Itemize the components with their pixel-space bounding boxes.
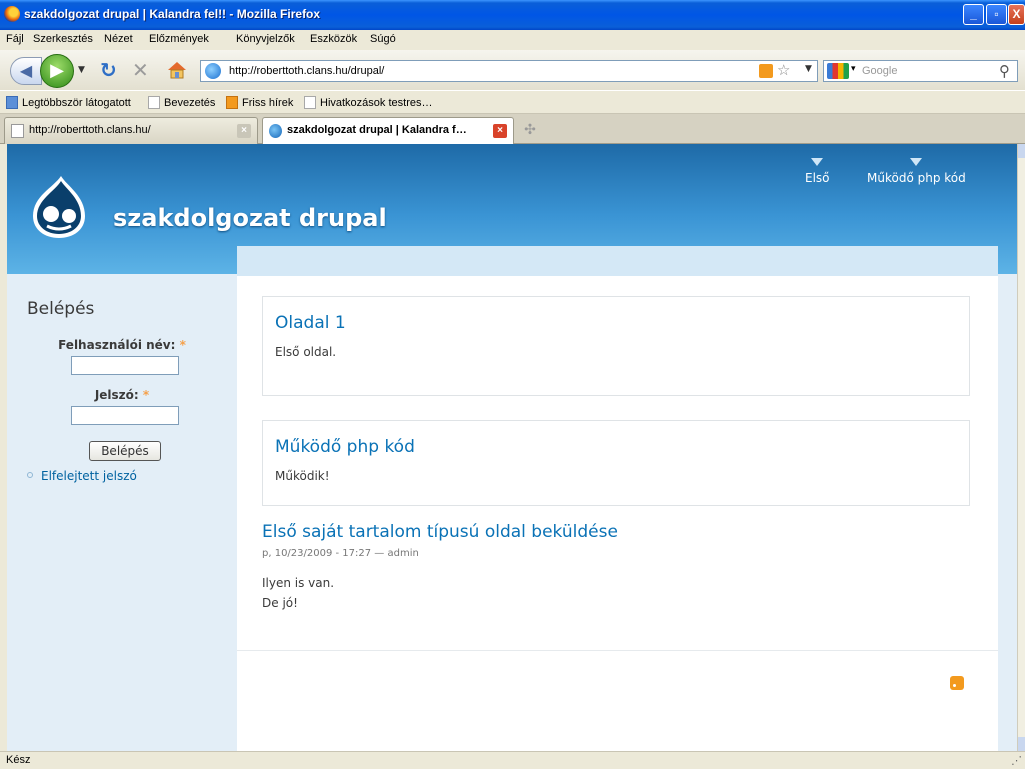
search-icon[interactable]: ⚲ — [999, 62, 1010, 80]
back-button[interactable]: ◀ — [10, 57, 42, 85]
site-favicon-icon — [205, 63, 221, 79]
forward-button[interactable]: ▶ — [40, 54, 74, 88]
address-bar[interactable]: http://roberttoth.clans.hu/drupal/ ☆ ▼ — [200, 60, 818, 82]
password-input[interactable] — [71, 406, 179, 425]
bullet-icon — [27, 472, 33, 478]
drupal-logo-icon[interactable] — [27, 174, 91, 240]
maximize-button[interactable]: ▫ — [986, 4, 1007, 25]
site-name[interactable]: szakdolgozat drupal — [113, 204, 387, 232]
rss-feed-icon[interactable] — [759, 64, 773, 78]
new-tab-icon[interactable]: ✣ — [518, 118, 542, 144]
page-icon — [148, 96, 160, 109]
page-viewport: szakdolgozat drupal Első Működő php kód … — [7, 144, 1017, 751]
password-label: Jelszó: * — [94, 388, 150, 402]
login-button[interactable]: Belépés — [89, 441, 161, 461]
forgot-password-link[interactable]: Elfelejtett jelszó — [27, 469, 137, 483]
node-body: Működik! — [275, 469, 330, 483]
page-icon — [11, 124, 24, 138]
firefox-icon — [4, 6, 20, 22]
navigation-toolbar: ◀ ▶ ▼ ↻ ✕ http://roberttoth.clans.hu/dru… — [0, 50, 1025, 90]
search-placeholder[interactable]: Google — [862, 65, 897, 77]
required-mark: * — [142, 388, 150, 402]
rss-feed-icon[interactable] — [950, 676, 964, 690]
window-title: szakdolgozat drupal | Kalandra fel!! - M… — [24, 7, 321, 21]
history-dropdown-icon[interactable]: ▼ — [78, 65, 85, 75]
status-text: Kész — [6, 754, 31, 766]
primary-nav-first[interactable]: Első — [805, 158, 830, 185]
reload-icon[interactable]: ↻ — [100, 60, 117, 80]
nav-indicator-icon — [811, 158, 824, 166]
node-body: Első oldal. — [275, 345, 337, 359]
menu-bar: Fájl Szerkesztés Nézet Előzmények Könyvj… — [0, 30, 1025, 50]
url-dropdown-icon[interactable]: ▼ — [805, 64, 812, 74]
bookmark-customize[interactable]: Hivatkozások testres… — [304, 96, 432, 109]
resize-grip-icon[interactable]: ⋰ — [1011, 754, 1023, 767]
primary-nav-php[interactable]: Működő php kód — [867, 158, 966, 185]
username-input[interactable] — [71, 356, 179, 375]
menu-tools[interactable]: Eszközök — [310, 33, 357, 45]
node-submitted: p, 10/23/2009 - 17:27 — admin — [262, 548, 419, 559]
menu-history[interactable]: Előzmények — [149, 33, 209, 45]
page-icon — [304, 96, 316, 109]
menu-edit[interactable]: Szerkesztés — [33, 33, 93, 45]
main-content: Oladal 1 Első oldal. Működő php kód Műkö… — [237, 246, 998, 751]
google-engine-icon[interactable] — [827, 63, 849, 79]
menu-file[interactable]: Fájl — [6, 33, 24, 45]
bookmark-star-icon[interactable]: ☆ — [777, 61, 790, 79]
scroll-down-icon[interactable] — [1018, 737, 1025, 751]
nav-indicator-icon — [910, 158, 923, 166]
required-mark: * — [179, 338, 186, 352]
vertical-scrollbar[interactable] — [1017, 144, 1025, 751]
bookmark-most-visited[interactable]: Legtöbbször látogatott — [6, 96, 131, 109]
close-button[interactable]: X — [1008, 4, 1025, 25]
node-page-1: Oladal 1 Első oldal. — [262, 296, 970, 396]
menu-view[interactable]: Nézet — [104, 33, 133, 45]
node-title[interactable]: Működő php kód — [275, 437, 415, 457]
status-bar: Kész ⋰ — [0, 751, 1025, 769]
title-bar: szakdolgozat drupal | Kalandra fel!! - M… — [0, 0, 1025, 30]
divider — [237, 650, 998, 651]
node-title[interactable]: Első saját tartalom típusú oldal beküldé… — [262, 522, 618, 542]
node-php: Működő php kód Működik! — [262, 420, 970, 506]
bookmark-news[interactable]: Friss hírek — [226, 96, 293, 109]
most-visited-icon — [6, 96, 18, 109]
browser-window: szakdolgozat drupal | Kalandra fel!! - M… — [0, 0, 1025, 769]
tab-roberttoth[interactable]: http://roberttoth.clans.hu/ × — [4, 117, 258, 144]
tab-close-icon[interactable]: × — [493, 124, 507, 138]
node-title[interactable]: Oladal 1 — [275, 313, 346, 333]
menu-bookmarks[interactable]: Könyvjelzők — [236, 33, 295, 45]
url-text[interactable]: http://roberttoth.clans.hu/drupal/ — [229, 65, 384, 77]
stop-icon[interactable]: ✕ — [132, 60, 149, 80]
tab-szakdolgozat[interactable]: szakdolgozat drupal | Kalandra f… × — [262, 117, 514, 145]
tab-strip: http://roberttoth.clans.hu/ × szakdolgoz… — [0, 114, 1025, 145]
engine-dropdown-icon[interactable]: ▾ — [851, 64, 856, 74]
search-box[interactable]: ▾ Google ⚲ — [823, 60, 1018, 82]
feed-icon — [226, 96, 238, 109]
sidebar: Belépés Felhasználói név: * Jelszó: * Be… — [7, 274, 237, 751]
bookmarks-toolbar: Legtöbbször látogatott Bevezetés Friss h… — [0, 90, 1025, 114]
site-favicon-icon — [269, 124, 282, 138]
login-block-title: Belépés — [27, 299, 95, 319]
scroll-up-icon[interactable] — [1018, 144, 1025, 158]
tab-close-icon[interactable]: × — [237, 124, 251, 138]
username-label: Felhasználói név: * — [58, 338, 186, 352]
home-icon[interactable] — [166, 60, 188, 80]
bookmark-intro[interactable]: Bevezetés — [148, 96, 215, 109]
minimize-button[interactable]: _ — [963, 4, 984, 25]
menu-help[interactable]: Súgó — [370, 33, 396, 45]
node-body-line: De jó! — [262, 596, 298, 610]
node-body-line: Ilyen is van. — [262, 576, 335, 590]
